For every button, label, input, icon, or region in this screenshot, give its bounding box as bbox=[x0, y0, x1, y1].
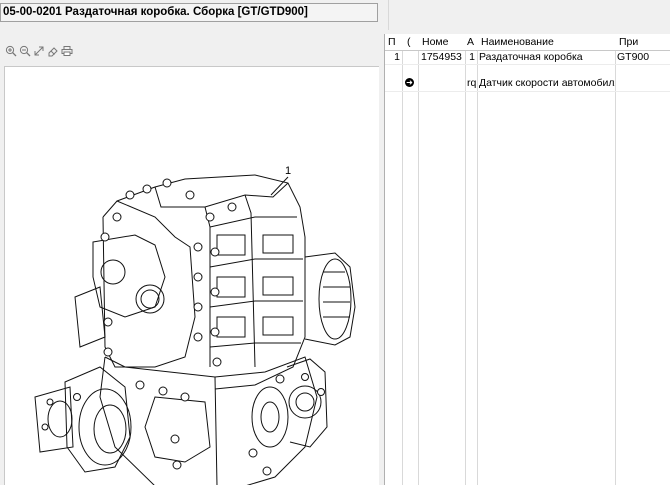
col-qty-header[interactable]: А bbox=[467, 35, 477, 50]
col-number-header[interactable]: Номе bbox=[422, 35, 464, 50]
fit-icon[interactable] bbox=[32, 43, 45, 59]
column-divider bbox=[402, 34, 403, 485]
callout-number[interactable]: 1 bbox=[285, 165, 291, 177]
column-divider bbox=[418, 34, 419, 485]
row-divider bbox=[385, 91, 670, 92]
zoom-in-icon[interactable] bbox=[4, 43, 17, 59]
divider bbox=[388, 0, 389, 30]
row-qty: 1 bbox=[469, 51, 475, 63]
row-note: GT900 bbox=[617, 51, 650, 63]
arrow-right-icon[interactable]: ➜ bbox=[405, 78, 414, 87]
drawing-toolbar bbox=[4, 43, 73, 59]
row-number: 1754953 bbox=[421, 51, 462, 63]
parts-table: П ( Номе А Наименование При 1 1754953 1 … bbox=[384, 34, 670, 485]
row-name: Датчик скорости автомобиля bbox=[479, 77, 615, 89]
col-flag-header[interactable]: ( bbox=[407, 35, 417, 50]
window-title: 05-00-0201 Раздаточная коробка. Сборка [… bbox=[0, 3, 378, 22]
row-pos: 1 bbox=[394, 51, 400, 63]
column-divider bbox=[615, 34, 616, 485]
col-name-header[interactable]: Наименование bbox=[481, 35, 614, 50]
column-divider bbox=[465, 34, 466, 485]
column-divider bbox=[477, 34, 478, 485]
parts-drawing[interactable]: 1 bbox=[4, 66, 379, 485]
table-header: П ( Номе А Наименование При bbox=[385, 34, 670, 51]
eraser-icon[interactable] bbox=[46, 43, 59, 59]
transfer-case-illustration bbox=[34, 174, 356, 485]
print-icon[interactable] bbox=[60, 43, 73, 59]
zoom-out-icon[interactable] bbox=[18, 43, 31, 59]
row-name: Раздаточная коробка bbox=[479, 51, 583, 63]
row-qty: rq bbox=[467, 77, 477, 89]
col-pos-header[interactable]: П bbox=[388, 35, 402, 50]
col-note-header[interactable]: При bbox=[619, 35, 669, 50]
